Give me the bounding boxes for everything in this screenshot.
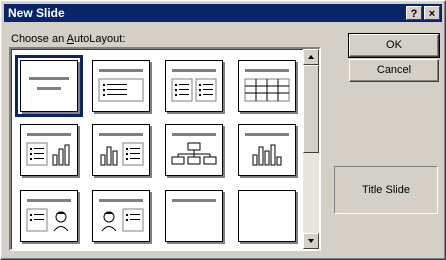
close-button[interactable]: × [424,6,440,20]
vertical-scrollbar[interactable] [303,49,319,249]
chart-and-text-icon [99,133,144,166]
two-column-text-icon [171,69,217,102]
help-button[interactable]: ? [406,6,422,20]
chart-icon [245,133,289,166]
title-slide-icon [29,77,69,90]
scroll-down-button[interactable] [303,233,319,249]
scroll-up-button[interactable] [303,49,319,65]
layout-title-slide[interactable] [15,55,83,117]
layout-clip-art-and-text[interactable] [92,190,150,242]
bulleted-list-icon [98,69,144,102]
layout-chart[interactable] [238,124,296,176]
up-arrow-icon [308,55,314,59]
layout-table[interactable] [238,60,296,112]
dialog-title: New Slide [8,6,65,20]
layout-bulleted-list[interactable] [92,60,150,112]
autolayout-listbox[interactable] [9,47,321,251]
layout-two-column-text[interactable] [165,60,223,112]
autolayout-label: Choose an AutoLayout: [11,33,126,45]
table-icon [244,69,290,102]
scroll-thumb[interactable] [303,65,319,153]
text-and-chart-icon [26,133,71,166]
down-arrow-icon [308,239,314,243]
layout-organization-chart[interactable] [165,124,223,176]
title-bar: New Slide ? × [4,4,442,22]
clip-art-and-text-icon [99,199,144,232]
layout-chart-and-text[interactable] [92,124,150,176]
ok-button[interactable]: OK [348,33,440,58]
new-slide-dialog: New Slide ? × Choose an AutoLayout: OK C… [0,0,446,260]
layout-grid [11,49,303,249]
layout-title-only[interactable] [165,190,223,242]
layout-blank[interactable] [238,190,296,242]
org-chart-icon [171,133,217,165]
cancel-button[interactable]: Cancel [349,59,439,82]
layout-text-and-clip-art[interactable] [20,190,78,242]
text-and-clip-art-icon [26,199,71,232]
title-only-icon [172,199,216,202]
layout-preview-caption: Title Slide [334,166,438,214]
layout-text-and-chart[interactable] [20,124,78,176]
